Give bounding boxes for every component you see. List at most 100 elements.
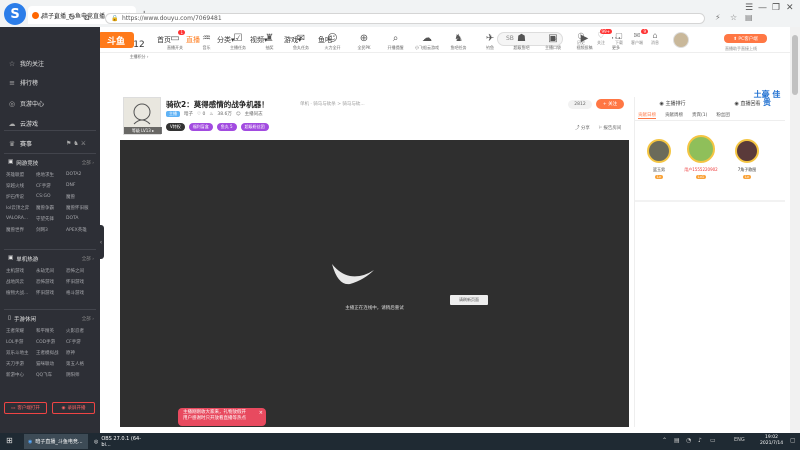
maximize-button[interactable]: ❐	[772, 3, 780, 13]
sidebar-category-link[interactable]: 永劫无间	[36, 268, 66, 274]
forward-button[interactable]: ›	[54, 13, 58, 23]
sidebar-category-link[interactable]: 魔兽争霸	[36, 205, 66, 211]
bookmark-icon[interactable]: ▤	[745, 13, 753, 22]
scrollbar-thumb[interactable]	[792, 35, 798, 95]
sidebar-category-link[interactable]: 格斗游戏	[66, 290, 96, 296]
toolbar-item[interactable]: ▭ 直播开关 1	[160, 30, 190, 51]
system-clock[interactable]: 19:02 2021/7/14	[760, 435, 783, 447]
toolbar-item[interactable]: ⌕ 开播提醒	[381, 32, 411, 51]
browser-logo-icon[interactable]: S	[4, 3, 26, 25]
toolbar-item[interactable]: ✈ 钓鱼	[475, 32, 505, 51]
sidebar-category-link[interactable]: 和平精英	[36, 328, 66, 334]
taskbar-app-browser[interactable]: ◉ 暗子直播_斗鱼电竞...	[24, 434, 88, 449]
toolbar-item[interactable]: ▣ 主播口袋	[538, 32, 568, 51]
toolbar-item[interactable]: ▶ 视频投稿	[570, 32, 600, 51]
welfare-tag[interactable]: 福利盲盒	[188, 123, 213, 131]
room-category[interactable]: 单机 · 骑马与砍杀 > 骑马与砍...	[300, 101, 365, 107]
fishball-tag[interactable]: 鱼丸 5	[216, 123, 237, 131]
wifi-icon[interactable]: ◔	[686, 437, 691, 444]
screen-record-button[interactable]: ◉ 录屏开播	[52, 402, 95, 414]
sidebar-category-link[interactable]: 战地风云	[6, 279, 36, 285]
sidebar-category-link[interactable]: QQ飞车	[36, 372, 66, 378]
section-all-link[interactable]: 全部 ›	[82, 256, 94, 262]
toolbar-item[interactable]: ⊕ 全民PK	[349, 32, 379, 51]
sidebar-category-link[interactable]: VALORA...	[6, 216, 36, 222]
menu-icon[interactable]: ☰	[745, 3, 753, 13]
sidebar-category-link[interactable]: 怀旧游戏	[66, 279, 96, 285]
sidebar-category-link[interactable]: 怀旧游戏	[36, 290, 66, 296]
sidebar-category-link[interactable]: DOTA2	[66, 172, 96, 178]
sidebar-category-link[interactable]: 穿越火线	[6, 183, 36, 189]
room-thumbnail[interactable]: 等级 LV13 ▸	[123, 97, 162, 135]
rank-item[interactable]: 用户1555220902 Lv1	[681, 135, 721, 180]
windows-start-icon[interactable]: ⊞	[6, 436, 13, 445]
sidebar-category-link[interactable]: 王者荣耀	[6, 328, 36, 334]
tab-vip[interactable]: 贵宾(1)	[692, 112, 707, 118]
sidebar-category-link[interactable]: 魔兽怀旧服	[66, 205, 96, 211]
sidebar-category-link[interactable]: 新游中心	[6, 372, 36, 378]
sidebar-category-link[interactable]: 魔兽	[66, 194, 96, 200]
sidebar-category-link[interactable]: lol云顶之弈	[6, 205, 36, 211]
points-label[interactable]: 主播积分 ›	[123, 54, 155, 60]
open-client-button[interactable]: ▭ 客户端打开	[4, 402, 47, 414]
sidebar-category-link[interactable]: 恐怖游戏	[36, 279, 66, 285]
sidebar-category-link[interactable]: 植物大战...	[6, 290, 36, 296]
sidebar-category-link[interactable]: 猫咪联动	[36, 361, 66, 367]
toolbar-item[interactable]: ☁ 小飞船云游戏	[412, 32, 442, 51]
sidebar-item-cloudgame[interactable]: ☁ 云游戏	[8, 119, 39, 129]
sidebar-category-link[interactable]: 王者模拟战	[36, 350, 66, 356]
address-bar[interactable]: 🔒 https://www.douyu.com/7069481	[105, 13, 705, 24]
minimize-button[interactable]: —	[758, 3, 767, 13]
sidebar-category-link[interactable]: 恐怖之间	[66, 268, 96, 274]
section-all-link[interactable]: 全部 ›	[82, 160, 94, 166]
notification-icon[interactable]: ▢	[790, 437, 796, 444]
toolbar-item[interactable]: ☗ 超级鱼吧	[507, 32, 537, 51]
sidebar-category-link[interactable]: 魔兽世界	[6, 227, 36, 233]
pc-client-button[interactable]: ⬆ PC客户端	[724, 34, 767, 43]
sidebar-item-follow[interactable]: ☆ 我的关注	[8, 59, 44, 69]
tab-weekly[interactable]: 贡献周榜	[665, 112, 683, 118]
fans-tag[interactable]: 超级粉丝团	[240, 123, 269, 131]
battery-icon[interactable]: ▭	[710, 437, 716, 444]
star-icon[interactable]: ☆	[730, 13, 737, 22]
toolbar-item[interactable]: ♜ 抽奖	[255, 32, 285, 51]
sidebar-category-link[interactable]: 绝地求生	[36, 172, 66, 178]
network-icon[interactable]: ▤	[674, 437, 680, 444]
sidebar-category-link[interactable]: DOTA	[66, 216, 96, 222]
report-button[interactable]: ⚐ 报告房间	[598, 125, 621, 131]
sidebar-collapse-handle[interactable]: ‹	[98, 225, 104, 259]
sidebar-category-link[interactable]: 第五人格	[66, 361, 96, 367]
share-button[interactable]: ⤴ 分享	[575, 125, 590, 131]
toolbar-item[interactable]: ♒ 音乐	[192, 32, 222, 51]
anchor-name[interactable]: 暗子	[184, 111, 193, 117]
notice-close-icon[interactable]: ×	[259, 410, 263, 416]
page-scrollbar[interactable]	[790, 27, 800, 433]
sidebar-item-ranking[interactable]: ≡ 排行榜	[8, 78, 38, 88]
sidebar-category-link[interactable]: APEX英雄	[66, 227, 96, 233]
vip-tag[interactable]: V特权	[166, 123, 185, 131]
sidebar-category-link[interactable]: 英雄联盟	[6, 172, 36, 178]
sidebar-category-link[interactable]: LOL手游	[6, 339, 36, 345]
follow-room-button[interactable]: + 关注	[596, 99, 624, 109]
tab-fans[interactable]: 粉丝团	[716, 112, 730, 118]
volume-icon[interactable]: ♪	[698, 437, 702, 444]
rank-item[interactable]: 篮玉男 Lv	[639, 139, 679, 180]
reload-button[interactable]: ↻	[68, 13, 76, 23]
sidebar-item-esports[interactable]: ♛ 赛事 ⚑ ♞ ⚔	[8, 139, 86, 149]
toolbar-item[interactable]: ☺ 火力全开	[318, 32, 348, 51]
sidebar-category-link[interactable]: 火影忍者	[66, 328, 96, 334]
sidebar-category-link[interactable]: CF手游	[36, 183, 66, 189]
close-button[interactable]: ✕	[786, 3, 794, 13]
sidebar-category-link[interactable]: 双乐斗地主	[6, 350, 36, 356]
notice-popup[interactable]: 主播刚刚收大家来，礼物放假开 用户感谢时只开放看直播等热点 ×	[178, 408, 266, 426]
sidebar-item-webgame[interactable]: ◎ 页游中心	[8, 99, 44, 109]
toolbar-item[interactable]: ✉ 鱼丸任务	[286, 32, 316, 51]
sidebar-category-link[interactable]: 天刀手游	[6, 361, 36, 367]
home-button[interactable]: ⌂	[84, 13, 90, 23]
sidebar-category-link[interactable]: 守望先锋	[36, 216, 66, 222]
back-button[interactable]: ‹	[40, 13, 44, 23]
sidebar-category-link[interactable]: COD手游	[36, 339, 66, 345]
refresh-tip[interactable]: 请刷新页面	[450, 295, 488, 305]
extension-icon[interactable]: ⚡	[715, 13, 721, 22]
section-all-link[interactable]: 全部 ›	[82, 316, 94, 322]
